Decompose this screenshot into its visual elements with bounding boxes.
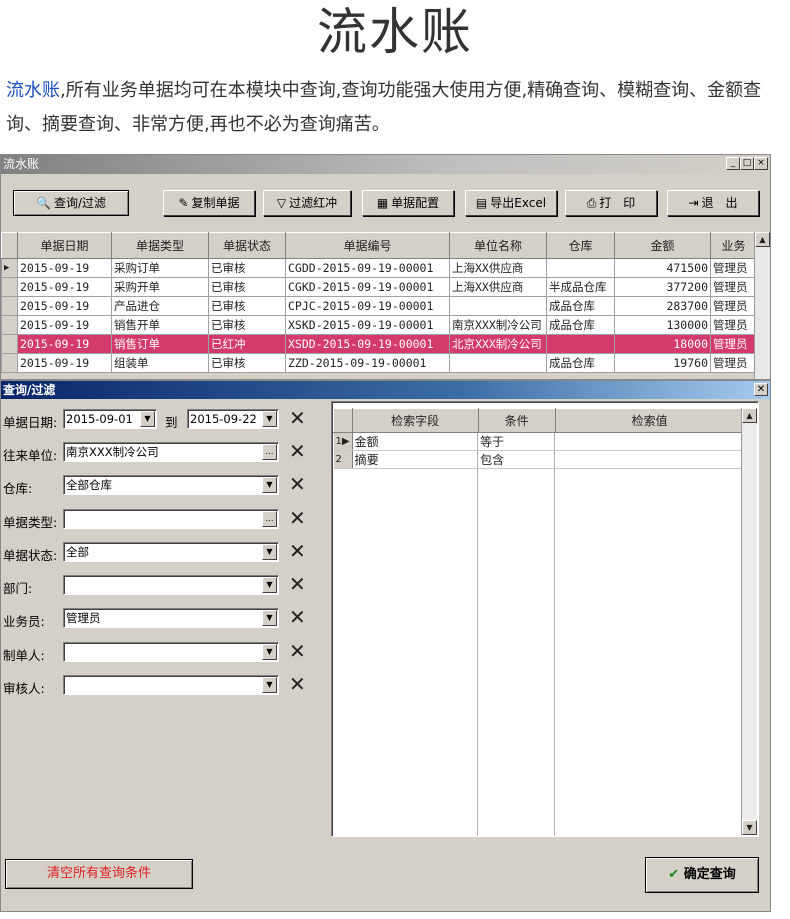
ledger-window: 流水账 _ □ × 🔍 查询/过滤 ✎ 复制单据 ▽ 过滤红冲 ▦ 单据配置 ▤ 导出Ex… [0,154,771,380]
excel-icon: ▤ [475,196,488,210]
date-from-field[interactable]: 2015-09-01 ▼ [63,409,157,429]
column-header[interactable]: 单据编号 [285,232,450,259]
table-row[interactable]: 2015-09-19 产品进仓 已审核 CPJC-2015-09-19-0000… [1,296,757,316]
row-pointer-icon: ▶ [1,258,18,278]
condition-row[interactable]: 2 摘要 包含 [333,450,745,469]
intro-highlight: 流水账 [6,80,60,101]
ledger-table: 单据日期 单据类型 单据状态 单据编号 单位名称 仓库 金额 业务 ▶ 2015… [1,232,757,373]
doc-config-button[interactable]: ▦ 单据配置 [362,190,454,216]
column-header[interactable]: 单据类型 [111,232,209,259]
chevron-down-icon[interactable]: ▼ [262,411,277,427]
chevron-down-icon[interactable]: ▼ [262,677,277,693]
chevron-down-icon[interactable]: ▼ [262,544,277,560]
clear-auditor-icon[interactable]: ✕ [289,673,306,695]
column-header[interactable]: 单据状态 [208,232,286,259]
conditions-table: 检索字段 条件 检索值 1▶ 金额 等于 2 摘要 包含 [333,408,745,469]
column-header[interactable]: 单位名称 [449,232,547,259]
query-panel: 查询/过滤 ✕ 单据日期: 2015-09-01 ▼ 到 2015-09-22 ▼ … [0,380,771,912]
exit-icon: ⇥ [688,196,699,210]
intro-text: 流水账,所有业务单据均可在本模块中查询,查询功能强大使用方便,精确查询、模糊查询… [6,74,788,142]
column-header[interactable]: 检索值 [554,408,745,433]
clear-maker-icon[interactable]: ✕ [289,640,306,662]
ellipsis-icon[interactable]: … [262,444,277,460]
conditions-header-row: 检索字段 条件 检索值 [333,408,745,433]
query-icon: 🔍 [36,196,51,210]
toolbar: 🔍 查询/过滤 ✎ 复制单据 ▽ 过滤红冲 ▦ 单据配置 ▤ 导出Excel ⎙ 打 印 ⇥… [1,174,770,234]
conditions-grid[interactable]: 检索字段 条件 检索值 1▶ 金额 等于 2 摘要 包含 ▲ ▼ [331,401,759,837]
confirm-query-button[interactable]: ✔ 确定查询 [645,857,759,893]
close-icon[interactable]: ✕ [754,383,768,396]
doctype-field[interactable]: … [63,509,279,529]
ledger-scrollbar[interactable]: ▲ [754,232,770,379]
export-excel-button[interactable]: ▤ 导出Excel [465,190,557,216]
clear-warehouse-icon[interactable]: ✕ [289,473,306,495]
column-header[interactable]: 检索字段 [351,408,479,433]
partner-field[interactable]: 南京XXX制冷公司… [63,442,279,462]
column-header[interactable]: 仓库 [546,232,615,259]
column-header[interactable]: 金额 [614,232,711,259]
query-filter-button[interactable]: 🔍 查询/过滤 [13,190,129,216]
column-header[interactable]: 条件 [477,408,556,433]
chevron-down-icon[interactable]: ▼ [140,411,155,427]
row-pointer-icon: ▶ [341,436,350,447]
table-row[interactable]: ▶ 2015-09-19 采购订单 已审核 CGDD-2015-09-19-00… [1,258,757,278]
column-header[interactable]: 单据日期 [17,232,112,259]
query-panel-title: 查询/过滤 [3,383,56,397]
scroll-up-icon[interactable]: ▲ [755,232,770,247]
chevron-down-icon[interactable]: ▼ [262,610,277,626]
clear-partner-icon[interactable]: ✕ [289,440,306,462]
column-header[interactable]: 业务 [710,232,757,259]
print-button[interactable]: ⎙ 打 印 [565,190,657,216]
scroll-up-icon[interactable]: ▲ [742,408,757,423]
conditions-scrollbar[interactable]: ▲ ▼ [741,408,757,835]
table-row[interactable]: 2015-09-19 采购开单 已审核 CGKD-2015-09-19-0000… [1,277,757,297]
clear-date-icon[interactable]: ✕ [289,407,306,429]
config-icon: ▦ [376,196,389,210]
maker-select[interactable]: ▼ [63,642,279,662]
date-to-field[interactable]: 2015-09-22 ▼ [187,409,279,429]
scroll-down-icon[interactable]: ▼ [742,820,757,835]
exit-button[interactable]: ⇥ 退 出 [667,190,759,216]
close-button[interactable]: × [754,157,768,170]
table-row[interactable]: 2015-09-19 销售开单 已审核 XSKD-2015-09-19-0000… [1,315,757,335]
copy-icon: ✎ [178,196,189,210]
clear-doctype-icon[interactable]: ✕ [289,507,306,529]
table-row-highlighted[interactable]: 2015-09-19 销售订单 已红冲 XSDD-2015-09-19-0000… [1,334,757,354]
filter-red-button[interactable]: ▽ 过滤红冲 [263,190,351,216]
table-row[interactable]: 2015-09-19 组装单 已审核 ZZD-2015-09-19-00001 … [1,353,757,373]
docstatus-select[interactable]: 全部 ▼ [63,542,279,562]
table-header-row: 单据日期 单据类型 单据状态 单据编号 单位名称 仓库 金额 业务 [1,232,757,259]
row-indicator-header [1,232,18,259]
dept-select[interactable]: ▼ [63,575,279,595]
window-titlebar[interactable]: 流水账 _ □ × [1,155,770,174]
condition-row[interactable]: 1▶ 金额 等于 [333,432,745,451]
warehouse-select[interactable]: 全部仓库 ▼ [63,475,279,495]
chevron-down-icon[interactable]: ▼ [262,477,277,493]
maximize-button[interactable]: □ [740,157,754,170]
minimize-button[interactable]: _ [726,157,740,170]
auditor-select[interactable]: ▼ [63,675,279,695]
intro-rest: ,所有业务单据均可在本模块中查询,查询功能强大使用方便,精确查询、模糊查询、金额… [6,80,762,135]
ellipsis-icon[interactable]: … [262,511,277,527]
window-title: 流水账 [3,157,40,171]
clear-docstatus-icon[interactable]: ✕ [289,540,306,562]
query-panel-titlebar[interactable]: 查询/过滤 ✕ [1,381,770,399]
checkmark-icon: ✔ [668,867,680,882]
copy-doc-button[interactable]: ✎ 复制单据 [163,190,255,216]
page-title: 流水账 [317,3,473,61]
staff-select[interactable]: 管理员 ▼ [63,608,279,628]
clear-conditions-button[interactable]: 清空所有查询条件 [5,859,193,889]
chevron-down-icon[interactable]: ▼ [262,644,277,660]
clear-staff-icon[interactable]: ✕ [289,606,306,628]
printer-icon: ⎙ [586,196,597,210]
funnel-icon: ▽ [276,196,287,210]
clear-dept-icon[interactable]: ✕ [289,573,306,595]
chevron-down-icon[interactable]: ▼ [262,577,277,593]
